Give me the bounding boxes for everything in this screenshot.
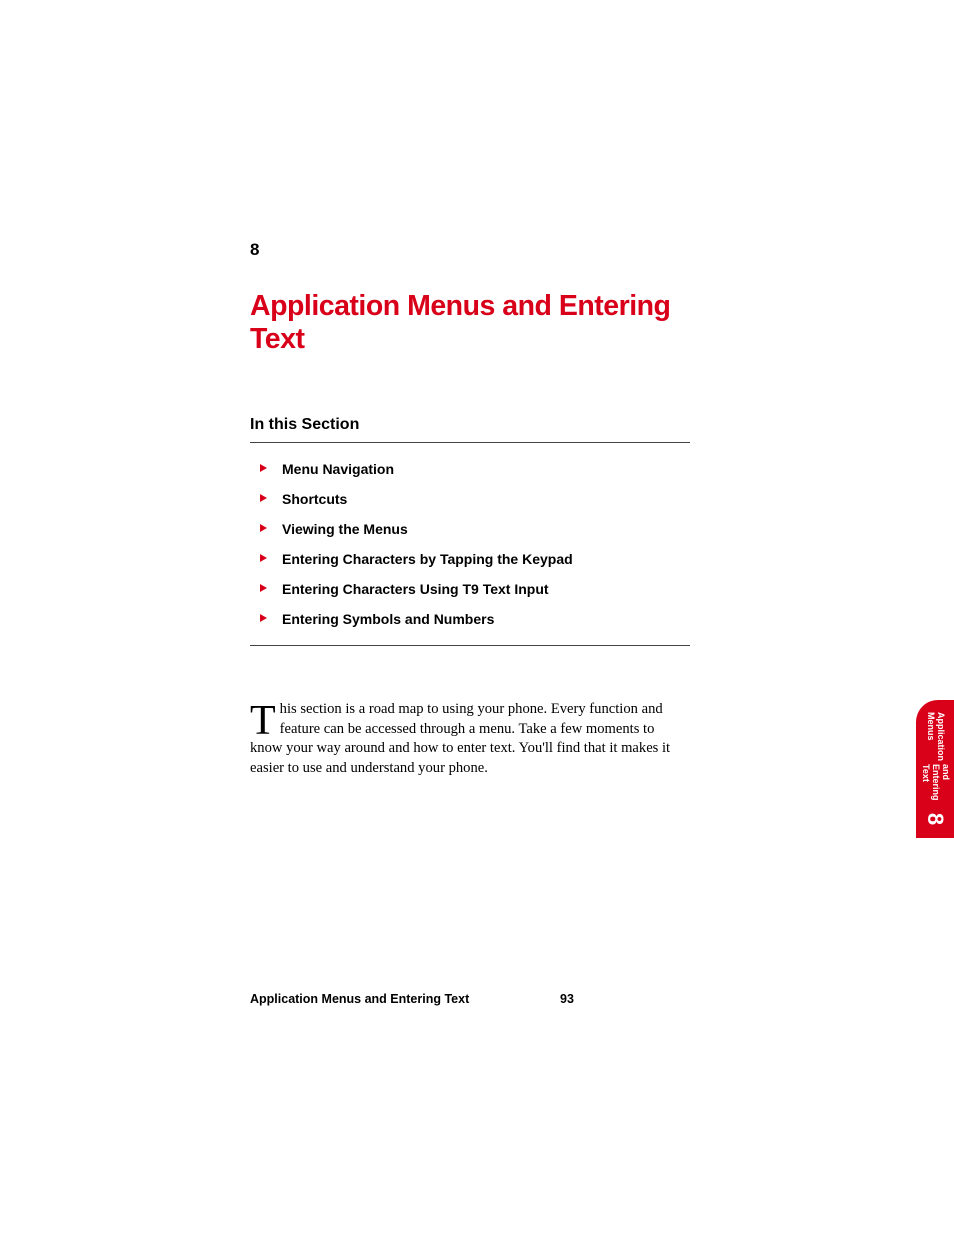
toc-item-label: Entering Characters by Tapping the Keypa… [282,551,573,567]
side-tab-text: Application Menus and Entering Text [916,708,954,807]
bullet-icon [260,554,267,562]
footer-page-number: 93 [560,992,574,1006]
toc-item-label: Entering Characters Using T9 Text Input [282,581,549,597]
bullet-icon [260,494,267,502]
chapter-title: Application Menus and Entering Text [250,290,690,356]
toc-item[interactable]: Menu Navigation [260,461,690,477]
page-content: 8 Application Menus and Entering Text In… [250,240,690,779]
chapter-number: 8 [250,240,690,260]
toc-item-label: Entering Symbols and Numbers [282,611,494,627]
bullet-icon [260,614,267,622]
section-heading: In this Section [250,416,690,443]
toc-item-label: Shortcuts [282,491,347,507]
body-text: his section is a road map to using your … [250,701,670,776]
bullet-icon [260,464,267,472]
toc-item[interactable]: Entering Characters by Tapping the Keypa… [260,551,690,567]
toc-item[interactable]: Entering Characters Using T9 Text Input [260,581,690,597]
body-paragraph: This section is a road map to using your… [250,700,690,779]
side-tab-line1: Application Menus [925,712,945,761]
dropcap: T [250,700,280,738]
side-tab: Application Menus and Entering Text 8 [916,700,954,838]
footer-label: Application Menus and Entering Text [250,992,469,1006]
toc-item[interactable]: Viewing the Menus [260,521,690,537]
side-tab-number: 8 [922,800,948,838]
toc-item[interactable]: Entering Symbols and Numbers [260,611,690,627]
bullet-icon [260,524,267,532]
toc-item[interactable]: Shortcuts [260,491,690,507]
page-footer: Application Menus and Entering Text 93 [250,992,690,1006]
section-toc: Menu Navigation Shortcuts Viewing the Me… [250,461,690,646]
toc-item-label: Viewing the Menus [282,521,408,537]
bullet-icon [260,584,267,592]
toc-item-label: Menu Navigation [282,461,394,477]
